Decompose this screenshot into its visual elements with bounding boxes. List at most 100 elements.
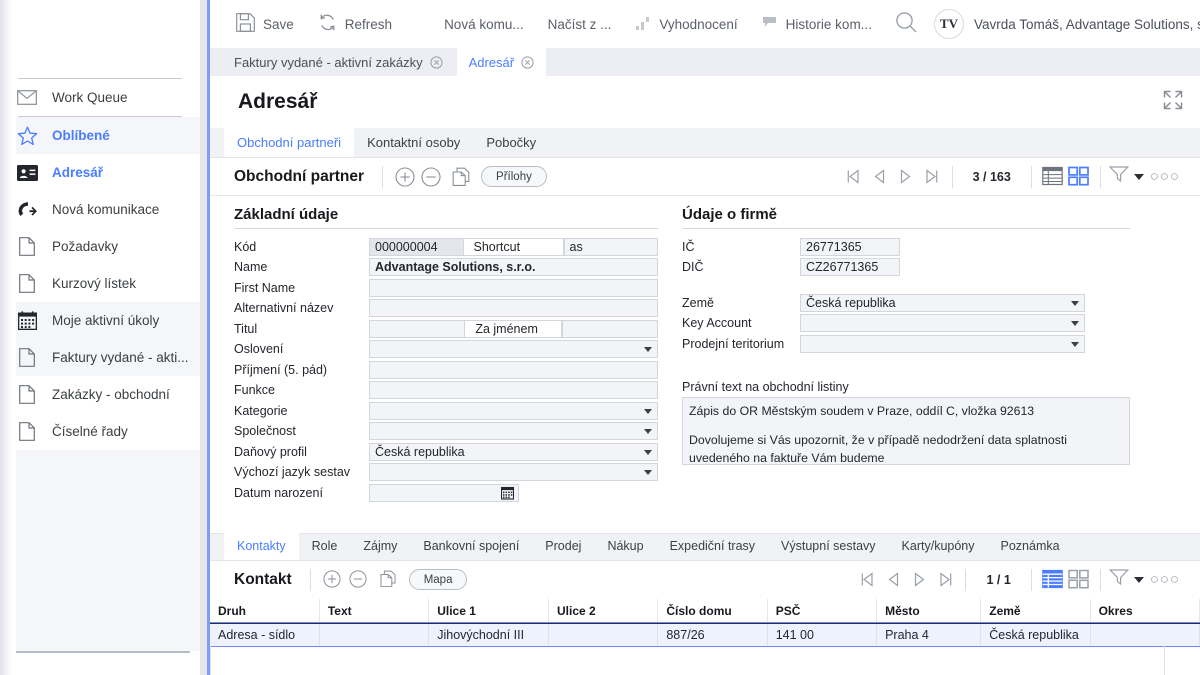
- chevron-down-icon[interactable]: [1134, 174, 1144, 180]
- chevron-down-icon[interactable]: [1134, 577, 1144, 583]
- teritorium-select[interactable]: [800, 335, 1085, 353]
- calendar-icon[interactable]: [501, 486, 514, 502]
- column-header-druh[interactable]: Druh: [210, 599, 319, 624]
- tab-kontaktni-osoby[interactable]: Kontaktní osoby: [354, 127, 473, 157]
- expand-icon[interactable]: [1162, 89, 1184, 116]
- sidebar-item-label: Nová komunikace: [52, 202, 159, 217]
- first-name-input[interactable]: [369, 279, 658, 297]
- legal-text-area[interactable]: Zápis do OR Městským soudem v Praze, odd…: [682, 397, 1130, 465]
- datum-narozeni-input[interactable]: [369, 484, 519, 502]
- avatar[interactable]: TV: [934, 9, 964, 39]
- scrollbar-thumb[interactable]: [207, 0, 210, 675]
- filter-icon[interactable]: [1109, 568, 1129, 591]
- grid-view-icon[interactable]: [1068, 569, 1090, 591]
- cell-druh[interactable]: Adresa - sídlo: [210, 623, 319, 646]
- add-contact-icon[interactable]: [323, 570, 343, 590]
- refresh-button[interactable]: Refresh: [306, 0, 404, 48]
- column-header-cislo-domu[interactable]: Číslo domu: [658, 599, 767, 624]
- sidebar-item-work-queue[interactable]: Work Queue: [0, 79, 200, 116]
- sidebar-item-adresar[interactable]: Adresář: [0, 154, 200, 191]
- danovy-profil-select[interactable]: Česká republika: [369, 443, 658, 461]
- sidebar-item-pozadavky[interactable]: Požadavky: [0, 228, 200, 265]
- attachments-button[interactable]: Přílohy: [481, 166, 547, 187]
- first-record-button[interactable]: [842, 165, 866, 189]
- titul-input[interactable]: [369, 320, 465, 338]
- remove-contact-icon[interactable]: [349, 570, 369, 590]
- next-record-button[interactable]: [894, 165, 918, 189]
- tab-role[interactable]: Role: [299, 532, 351, 560]
- next-contact-button[interactable]: [907, 568, 931, 592]
- ic-input[interactable]: 26771365: [800, 238, 900, 256]
- tab-prodej[interactable]: Prodej: [532, 532, 594, 560]
- column-header-okres[interactable]: Okres: [1090, 599, 1199, 624]
- copy-contact-icon[interactable]: [379, 570, 399, 590]
- table-row[interactable]: Adresa - sídlo Jihovýchodní III 887/26 1…: [210, 623, 1200, 646]
- sidebar-item-ciselne-rady[interactable]: Číselné řady: [0, 413, 200, 450]
- filter-icon[interactable]: [1109, 165, 1129, 188]
- osloveni-select[interactable]: [369, 340, 658, 358]
- window-tab-adresar[interactable]: Adresář: [457, 48, 547, 76]
- tab-bankovni-spojeni[interactable]: Bankovní spojení: [410, 532, 532, 560]
- more-options-icon[interactable]: ○○○: [1144, 571, 1186, 588]
- first-contact-button[interactable]: [855, 568, 879, 592]
- add-record-icon[interactable]: [395, 167, 415, 187]
- save-button[interactable]: Save: [224, 0, 306, 48]
- prijmeni-input[interactable]: [369, 361, 658, 379]
- close-icon[interactable]: [521, 56, 534, 69]
- za-jmenem-input[interactable]: [562, 320, 658, 338]
- previous-record-button[interactable]: [868, 165, 892, 189]
- remove-record-icon[interactable]: [421, 167, 441, 187]
- zeme-select[interactable]: Česká republika: [800, 294, 1085, 312]
- list-view-icon[interactable]: [1042, 569, 1064, 591]
- jazyk-sestav-select[interactable]: [369, 463, 658, 481]
- sidebar-item-moje-aktivni-ukoly[interactable]: Moje aktivní úkoly: [0, 302, 200, 339]
- window-tab-faktury[interactable]: Faktury vydané - aktivní zakázky: [222, 48, 455, 76]
- user-label[interactable]: Vavrda Tomáš, Advantage Solutions, s.r.o…: [974, 17, 1200, 32]
- column-header-text[interactable]: Text: [319, 599, 428, 624]
- tab-pobocky[interactable]: Pobočky: [473, 127, 549, 157]
- kod-input[interactable]: 000000004: [369, 238, 464, 256]
- map-button[interactable]: Mapa: [409, 569, 468, 590]
- list-view-icon[interactable]: [1042, 166, 1064, 188]
- name-input[interactable]: Advantage Solutions, s.r.o.: [369, 258, 658, 276]
- more-options-icon[interactable]: ○○○: [1144, 168, 1186, 185]
- load-from-button[interactable]: Načíst z ...: [536, 0, 624, 48]
- tab-expedicni-trasy[interactable]: Expediční trasy: [657, 532, 768, 560]
- tab-vystupni-sestavy[interactable]: Výstupní sestavy: [768, 532, 889, 560]
- new-communication-button[interactable]: Nová komu...: [432, 0, 536, 48]
- spolecnost-select[interactable]: [369, 422, 658, 440]
- copy-record-icon[interactable]: [451, 167, 471, 187]
- alt-name-input[interactable]: [369, 299, 658, 317]
- dic-input[interactable]: CZ26771365: [800, 258, 900, 276]
- sidebar-item-faktury-vydane[interactable]: Faktury vydané - akti...: [0, 339, 200, 376]
- tab-nakup[interactable]: Nákup: [594, 532, 656, 560]
- funkce-input[interactable]: [369, 381, 658, 399]
- shortcut-input[interactable]: as: [564, 238, 659, 256]
- column-header-ulice1[interactable]: Ulice 1: [429, 599, 549, 624]
- sidebar-item-nova-komunikace[interactable]: Nová komunikace: [0, 191, 200, 228]
- tab-kontakty[interactable]: Kontakty: [224, 532, 299, 560]
- close-icon[interactable]: [430, 56, 443, 69]
- sidebar-spacer: [0, 450, 200, 651]
- search-button[interactable]: [884, 10, 928, 39]
- communication-history-button[interactable]: Historie kom...: [750, 0, 884, 48]
- sidebar-item-kurzovy-listek[interactable]: Kurzový lístek: [0, 265, 200, 302]
- column-header-mesto[interactable]: Město: [877, 599, 981, 624]
- column-header-ulice2[interactable]: Ulice 2: [549, 599, 658, 624]
- grid-view-icon[interactable]: [1068, 166, 1090, 188]
- sidebar-item-oblibene[interactable]: Oblíbené: [0, 117, 200, 154]
- previous-contact-button[interactable]: [881, 568, 905, 592]
- kategorie-select[interactable]: [369, 402, 658, 420]
- sidebar-item-zakazky-obchodni[interactable]: Zakázky - obchodní: [0, 376, 200, 413]
- column-header-zeme[interactable]: Země: [981, 599, 1090, 624]
- tab-poznamka[interactable]: Poznámka: [988, 532, 1073, 560]
- last-contact-button[interactable]: [933, 568, 957, 592]
- tab-obchodni-partneri[interactable]: Obchodní partneři: [224, 127, 354, 157]
- evaluation-button[interactable]: Vyhodnocení: [623, 0, 749, 48]
- tab-karty-kupony[interactable]: Karty/kupóny: [889, 532, 988, 560]
- sidebar-scrollbar[interactable]: [200, 0, 210, 675]
- key-account-select[interactable]: [800, 314, 1085, 332]
- column-header-psc[interactable]: PSČ: [767, 599, 876, 624]
- last-record-button[interactable]: [920, 165, 944, 189]
- tab-zajmy[interactable]: Zájmy: [350, 532, 410, 560]
